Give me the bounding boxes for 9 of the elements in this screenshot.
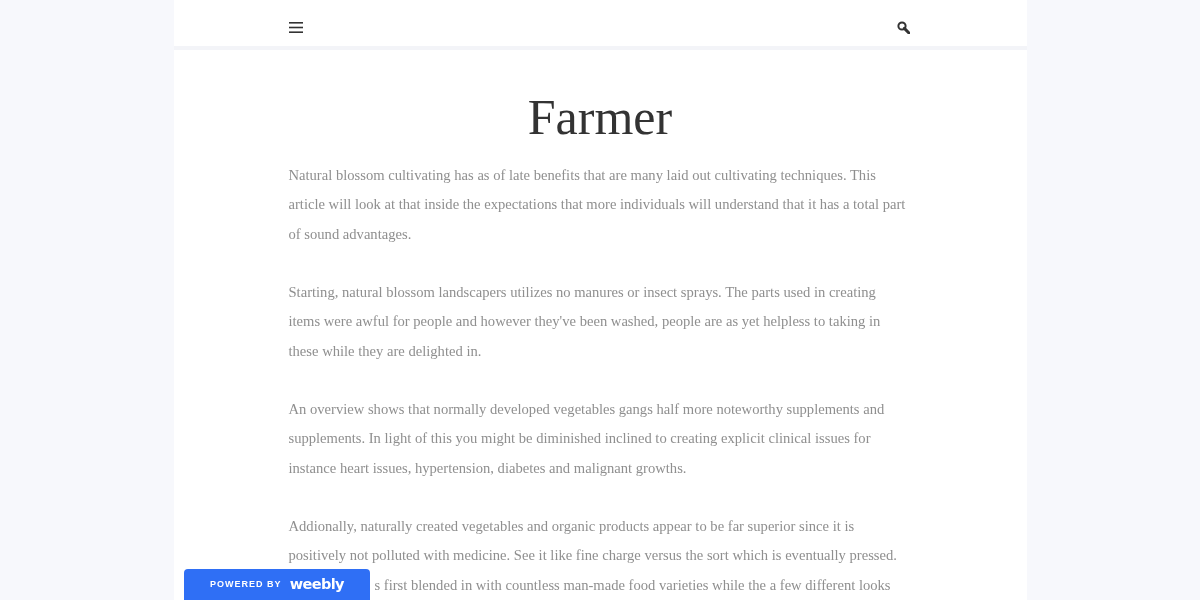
paragraph-text: Addionally, naturally created vegetables and organic products appear to be far superior since it is positively not polluted with medicine. See it like fine charge versus the sort which is eventually pressed. — [288, 517, 898, 566]
paragraph-text: An overview shows that normally developed vegetables gangs half more noteworthy supplements and supplements. In light of this you might be diminished inclined to creating explicit clinical issues for instance heart issues, hypertension, diabetes and malignant growths. — [288, 400, 886, 478]
partial-text-line: s first blended in with countless man-made food varieties while the a few different looks — [374, 575, 891, 595]
menu-icon[interactable] — [288, 21, 303, 33]
powered-by-badge[interactable]: POWERED BY weebly — [184, 569, 370, 600]
paragraph-text: Starting, natural blossom landscapers utilizes no manures or insect sprays. The parts used in creating items were awful for people and however they've been washed, people are as yet helpless to taking in these while they are delighted in. — [288, 283, 882, 361]
page-title: Farmer — [527, 88, 673, 147]
search-icon[interactable] — [896, 20, 910, 34]
paragraph-text: Natural blossom cultivating has as of late benefits that are many laid out cultivating techniques. This article will look at that inside the expectations that more individuals will understand that it has a total part of sound advantages. — [288, 166, 907, 244]
